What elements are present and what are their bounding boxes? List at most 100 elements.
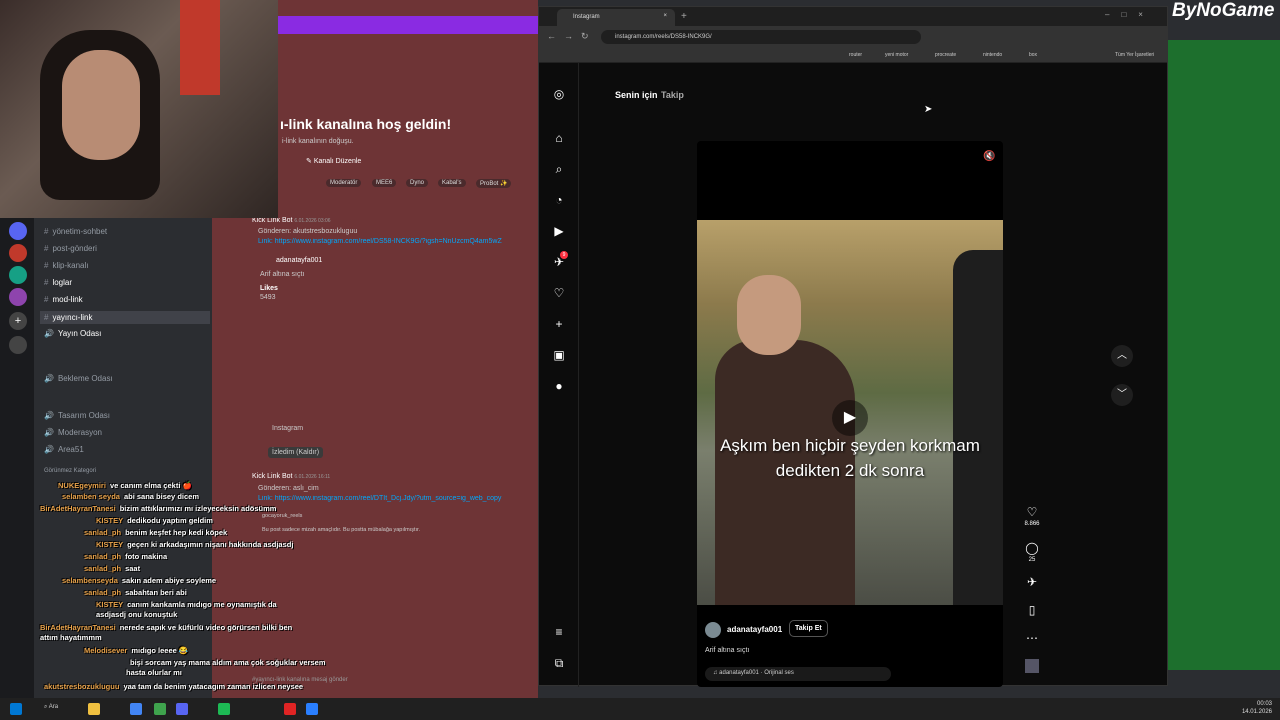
start-icon[interactable] bbox=[10, 703, 22, 715]
taskbar bbox=[0, 698, 1280, 720]
share-icon: ✈ bbox=[1026, 575, 1038, 589]
server-icon[interactable] bbox=[9, 288, 27, 306]
profile-icon[interactable]: ● bbox=[552, 379, 566, 393]
notifications-icon[interactable]: ♡ bbox=[552, 286, 566, 300]
prev-reel-button[interactable]: ︿ bbox=[1111, 345, 1133, 367]
role-tag[interactable]: Kabal's bbox=[438, 179, 466, 187]
role-tag[interactable]: Moderatör bbox=[326, 179, 362, 187]
close-icon[interactable]: × bbox=[663, 13, 667, 19]
reel-author[interactable]: adanatayfa001 bbox=[727, 625, 782, 634]
new-tab-icon[interactable]: + bbox=[681, 11, 687, 22]
more-button[interactable]: ⋯ bbox=[1019, 629, 1045, 647]
video-head bbox=[737, 275, 801, 355]
link-line[interactable]: Link: https://www.instagram.com/reel/DS5… bbox=[258, 238, 538, 245]
channel-welcome-title: ı-link kanalına hoş geldin! bbox=[280, 116, 452, 132]
address-bar[interactable]: instagram.com/reels/DS58-INCK9G/ bbox=[601, 30, 921, 44]
reel-player[interactable]: ▶ Aşkım ben hiçbir şeyden korkmam dedikt… bbox=[697, 141, 1003, 687]
channel-item-active[interactable]: # yayıncı-link bbox=[40, 311, 210, 324]
chat-line: KISTEY geçen ki arkadaşımın nişanı hakkın… bbox=[96, 540, 294, 549]
bookmark-item[interactable]: Tüm Yer İşaretleri bbox=[1115, 52, 1154, 58]
bookmark-item[interactable]: router bbox=[849, 52, 862, 58]
embed-source: Instagram bbox=[272, 425, 304, 432]
channel-item[interactable]: # post-gönderi bbox=[44, 244, 97, 253]
threads-icon[interactable]: ⧉ bbox=[552, 656, 566, 670]
chat-line: Melodisever mıdıgo leeee 😂 bbox=[84, 646, 189, 655]
chrome-icon[interactable] bbox=[130, 703, 142, 715]
bookmarks-bar: router yeni motor procreate nintendo box… bbox=[539, 48, 1167, 63]
audio-label[interactable]: ♫ adanatayfa001 · Orijinal ses bbox=[705, 667, 891, 681]
create-icon[interactable]: + bbox=[552, 317, 566, 331]
explore-icon[interactable]: ◔ bbox=[552, 193, 566, 207]
audio-thumbnail[interactable] bbox=[1025, 659, 1039, 673]
bookmark-icon: ▯ bbox=[1028, 603, 1036, 617]
video-caption: Aşkım ben hiçbir şeyden korkmam dedikten… bbox=[720, 436, 980, 480]
app-icon[interactable] bbox=[306, 703, 318, 715]
play-icon[interactable]: ▶ bbox=[832, 400, 868, 436]
chat-line: selambenseyda sakın adem abiye soyleme bbox=[62, 576, 217, 585]
reels-icon[interactable]: ▶ bbox=[552, 224, 566, 238]
app-icon[interactable] bbox=[154, 703, 166, 715]
chat-line: selamben seyda abi sana bisey dicem bbox=[62, 492, 199, 501]
instagram-logo-icon[interactable]: ◎ bbox=[552, 87, 566, 101]
discord-icon[interactable] bbox=[176, 703, 188, 715]
explorer-icon[interactable] bbox=[88, 703, 100, 715]
mute-icon[interactable]: 🔇 bbox=[983, 151, 995, 162]
home-icon[interactable]: ⌂ bbox=[552, 131, 566, 145]
channel-item[interactable]: # loglar bbox=[44, 278, 72, 287]
server-icon[interactable] bbox=[9, 244, 27, 262]
channel-welcome-subtitle: i-link kanalının doğuşu. bbox=[282, 138, 354, 145]
menu-icon[interactable]: ≡ bbox=[552, 625, 566, 639]
comment-button[interactable]: ◯ 25 bbox=[1019, 539, 1045, 563]
chat-line: sanlad_ph foto makina bbox=[84, 552, 168, 561]
server-icon[interactable] bbox=[9, 222, 27, 240]
app-icon[interactable] bbox=[218, 703, 230, 715]
voice-channel[interactable]: 🔊 Bekleme Odası bbox=[44, 374, 113, 383]
tab-instagram[interactable]: Instagram × bbox=[557, 9, 675, 26]
channel-item[interactable]: # yönetim-sohbet bbox=[44, 227, 107, 236]
tab-following[interactable]: Takip bbox=[661, 90, 684, 100]
bookmark-item[interactable]: box bbox=[1029, 52, 1037, 58]
channel-item[interactable]: # mod-link bbox=[44, 295, 83, 304]
next-reel-button[interactable]: ﹀ bbox=[1111, 384, 1133, 406]
role-tag[interactable]: MEE6 bbox=[372, 179, 397, 187]
category-label[interactable]: Görünmez Kategori bbox=[44, 468, 96, 474]
app-icon[interactable] bbox=[284, 703, 296, 715]
bookmark-item[interactable]: yeni motor bbox=[885, 52, 908, 58]
like-button[interactable]: ♡ 8.866 bbox=[1019, 503, 1045, 527]
desktop: ı-link kanalına hoş geldin! i-link kanal… bbox=[0, 0, 1280, 720]
share-button[interactable]: ✈ bbox=[1019, 573, 1045, 591]
voice-channel[interactable]: 🔊 Tasarım Odası bbox=[44, 411, 110, 420]
system-clock[interactable]: 00:03 14.01.2026 bbox=[1242, 700, 1272, 716]
edit-channel-button[interactable]: ✎ Kanalı Düzenle bbox=[306, 157, 361, 165]
watched-button[interactable]: İzledim (Kaldır) bbox=[268, 447, 324, 458]
role-tag[interactable]: Dyno bbox=[406, 179, 429, 187]
comment-icon: ◯ bbox=[1025, 541, 1039, 555]
channel-item[interactable]: # klip-kanalı bbox=[44, 261, 88, 270]
chat-line: BirAdetHayranTanesi bizim attıklarımızı m… bbox=[40, 504, 277, 513]
voice-channel[interactable]: 🔊 Area51 bbox=[44, 445, 84, 454]
search-icon[interactable]: ⌕ bbox=[552, 162, 566, 176]
discover-icon[interactable] bbox=[9, 336, 27, 354]
voice-channel[interactable]: 🔊 Moderasyon bbox=[44, 428, 102, 437]
role-tag[interactable]: ProBot ✨ bbox=[476, 179, 512, 188]
search-button[interactable]: ⌕ Ara bbox=[44, 704, 58, 711]
embed-author: adanatayfa001 bbox=[276, 257, 323, 264]
link-line[interactable]: Link: https://www.instagram.com/reel/DTI… bbox=[258, 495, 538, 502]
avatar[interactable] bbox=[705, 622, 721, 638]
tab-for-you[interactable]: Senin için bbox=[615, 90, 658, 100]
mouse-cursor-icon: ➤ bbox=[924, 104, 933, 115]
dashboard-icon[interactable]: ▣ bbox=[552, 348, 566, 362]
messages-icon[interactable]: ✈ 9 bbox=[552, 251, 568, 269]
follow-button[interactable]: Takip Et bbox=[789, 620, 828, 637]
save-button[interactable]: ▯ bbox=[1019, 601, 1045, 619]
server-icon[interactable] bbox=[9, 266, 27, 284]
voice-channel[interactable]: 🔊 Yayın Odası bbox=[44, 329, 101, 338]
edit-channel-label: Kanalı Düzenle bbox=[313, 158, 362, 165]
embed-author: gocayoruk_reels bbox=[262, 513, 303, 519]
window-controls[interactable]: –□× bbox=[1105, 10, 1155, 19]
video-frame[interactable]: ▶ Aşkım ben hiçbir şeyden korkmam dedikt… bbox=[697, 220, 1003, 605]
bookmark-item[interactable]: procreate bbox=[935, 52, 956, 58]
bookmark-item[interactable]: nintendo bbox=[983, 52, 1002, 58]
nav-buttons[interactable]: ←→↻ bbox=[547, 31, 597, 42]
add-server-icon[interactable]: + bbox=[9, 312, 27, 330]
